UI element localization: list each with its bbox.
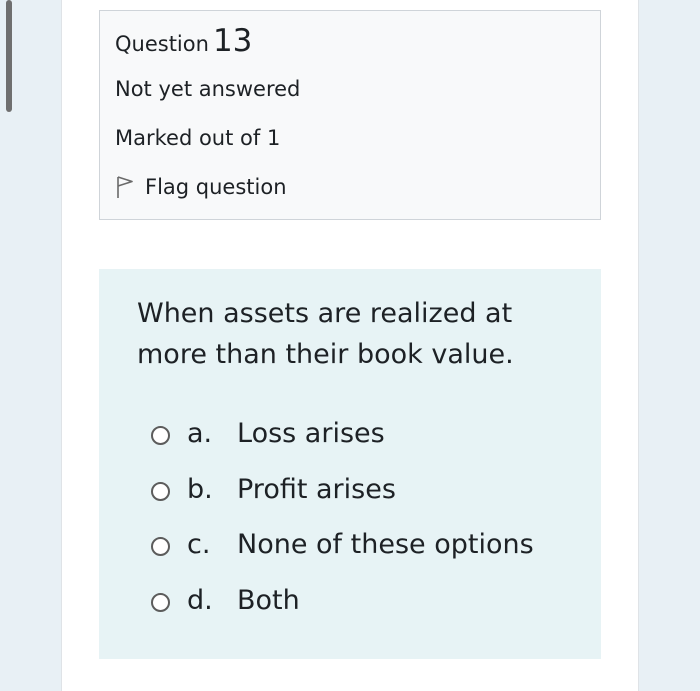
flag-icon <box>115 175 135 199</box>
question-heading: Question 13 <box>115 23 252 59</box>
right-page-margin <box>638 0 700 691</box>
question-info-panel: Question 13 Not yet answered Marked out o… <box>99 10 601 220</box>
question-grade: Marked out of 1 <box>115 126 281 150</box>
option-text[interactable]: Loss arises <box>237 416 385 452</box>
flag-question-label: Flag question <box>145 175 287 199</box>
question-text: When assets are realized at more than th… <box>137 298 514 370</box>
question-label: Question <box>115 32 209 56</box>
answer-option-c[interactable]: c. None of these options <box>151 527 534 583</box>
option-text[interactable]: Profit arises <box>237 472 396 508</box>
question-number: 13 <box>212 23 253 59</box>
flag-question-link[interactable]: Flag question <box>115 175 287 199</box>
option-letter: c. <box>187 529 211 560</box>
scrollbar-thumb[interactable] <box>6 0 12 112</box>
radio-button[interactable] <box>151 481 170 501</box>
radio-button[interactable] <box>151 537 170 556</box>
option-text[interactable]: None of these options <box>237 527 534 563</box>
option-text[interactable]: Both <box>237 583 300 619</box>
answer-option-d[interactable]: d. Both <box>151 583 534 639</box>
question-formulation: When assets are realized at more than th… <box>99 269 601 659</box>
left-page-margin <box>0 0 62 691</box>
option-letter: b. <box>187 473 213 505</box>
question-state: Not yet answered <box>115 77 301 101</box>
radio-button[interactable] <box>151 426 170 445</box>
answer-option-a[interactable]: a. Loss arises <box>151 416 534 472</box>
radio-button[interactable] <box>151 592 170 612</box>
answer-option-b[interactable]: b. Profit arises <box>151 472 534 528</box>
answer-options: a. Loss arises b. Profit arises c. None … <box>151 416 534 638</box>
option-letter: a. <box>187 418 213 449</box>
option-letter: d. <box>187 584 213 616</box>
